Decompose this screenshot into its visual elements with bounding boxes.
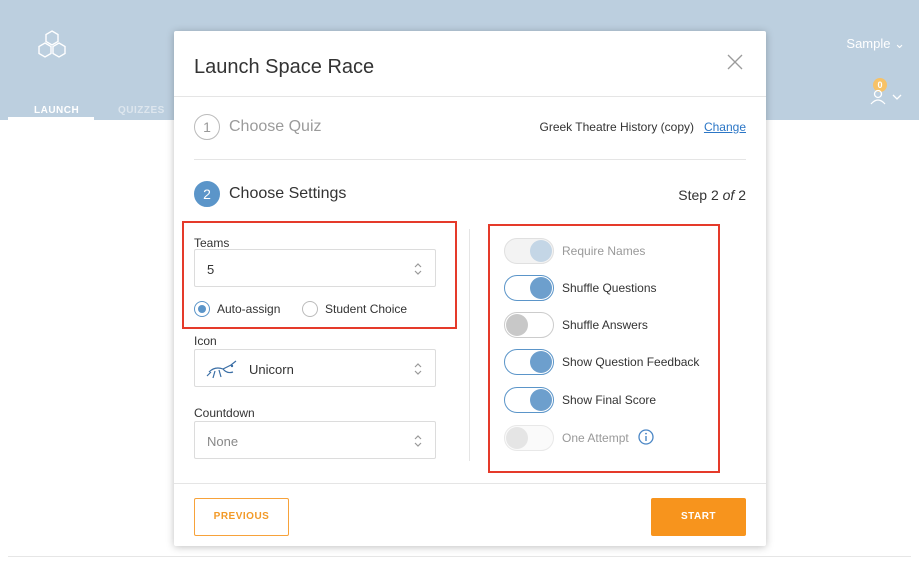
countdown-label: Countdown xyxy=(194,406,255,420)
close-icon xyxy=(727,54,743,70)
nav-tab-launch[interactable]: LAUNCH xyxy=(34,105,79,116)
selected-quiz-name: Greek Theatre History (copy) xyxy=(539,120,695,134)
step2-number: 2 xyxy=(194,181,220,207)
step-divider xyxy=(194,159,746,160)
start-button[interactable]: START xyxy=(651,498,746,536)
launch-modal: Launch Space Race 1 Choose Quiz Greek Th… xyxy=(174,31,766,546)
countdown-select[interactable]: None xyxy=(194,421,436,459)
header-divider xyxy=(174,96,766,97)
users-chevron-icon xyxy=(870,89,902,105)
step1-label: Choose Quiz xyxy=(229,118,322,135)
notifications[interactable]: 0 xyxy=(867,78,907,108)
page-bottom-line xyxy=(8,556,911,557)
footer-divider xyxy=(174,483,766,484)
nav-tab-quizzes[interactable]: QUIZZES xyxy=(118,105,165,116)
change-quiz-link[interactable]: Change xyxy=(704,120,746,134)
teams-highlight-box xyxy=(182,221,457,329)
active-tab-indicator xyxy=(8,117,94,120)
user-menu[interactable]: Sample ⌄ xyxy=(846,36,905,52)
icon-label: Icon xyxy=(194,334,217,348)
column-divider xyxy=(469,229,470,461)
step1-number: 1 xyxy=(194,114,220,140)
spinner-icon xyxy=(414,435,422,447)
countdown-value: None xyxy=(207,434,239,449)
close-button[interactable] xyxy=(726,53,744,71)
step-total: 2 xyxy=(738,187,746,203)
options-highlight-box xyxy=(488,224,720,473)
modal-title: Launch Space Race xyxy=(194,56,375,78)
step2-label: Choose Settings xyxy=(229,185,347,202)
previous-button[interactable]: PREVIOUS xyxy=(194,498,289,536)
unicorn-icon xyxy=(206,360,237,379)
hexagon-logo-icon[interactable] xyxy=(34,28,70,64)
icon-select[interactable]: Unicorn xyxy=(194,349,436,387)
step-indicator: Step 2 of 2 xyxy=(678,187,746,203)
step-text: Step 2 xyxy=(678,187,719,203)
step-of-text: of xyxy=(722,187,735,203)
spinner-icon xyxy=(414,363,422,375)
icon-value: Unicorn xyxy=(249,362,294,377)
